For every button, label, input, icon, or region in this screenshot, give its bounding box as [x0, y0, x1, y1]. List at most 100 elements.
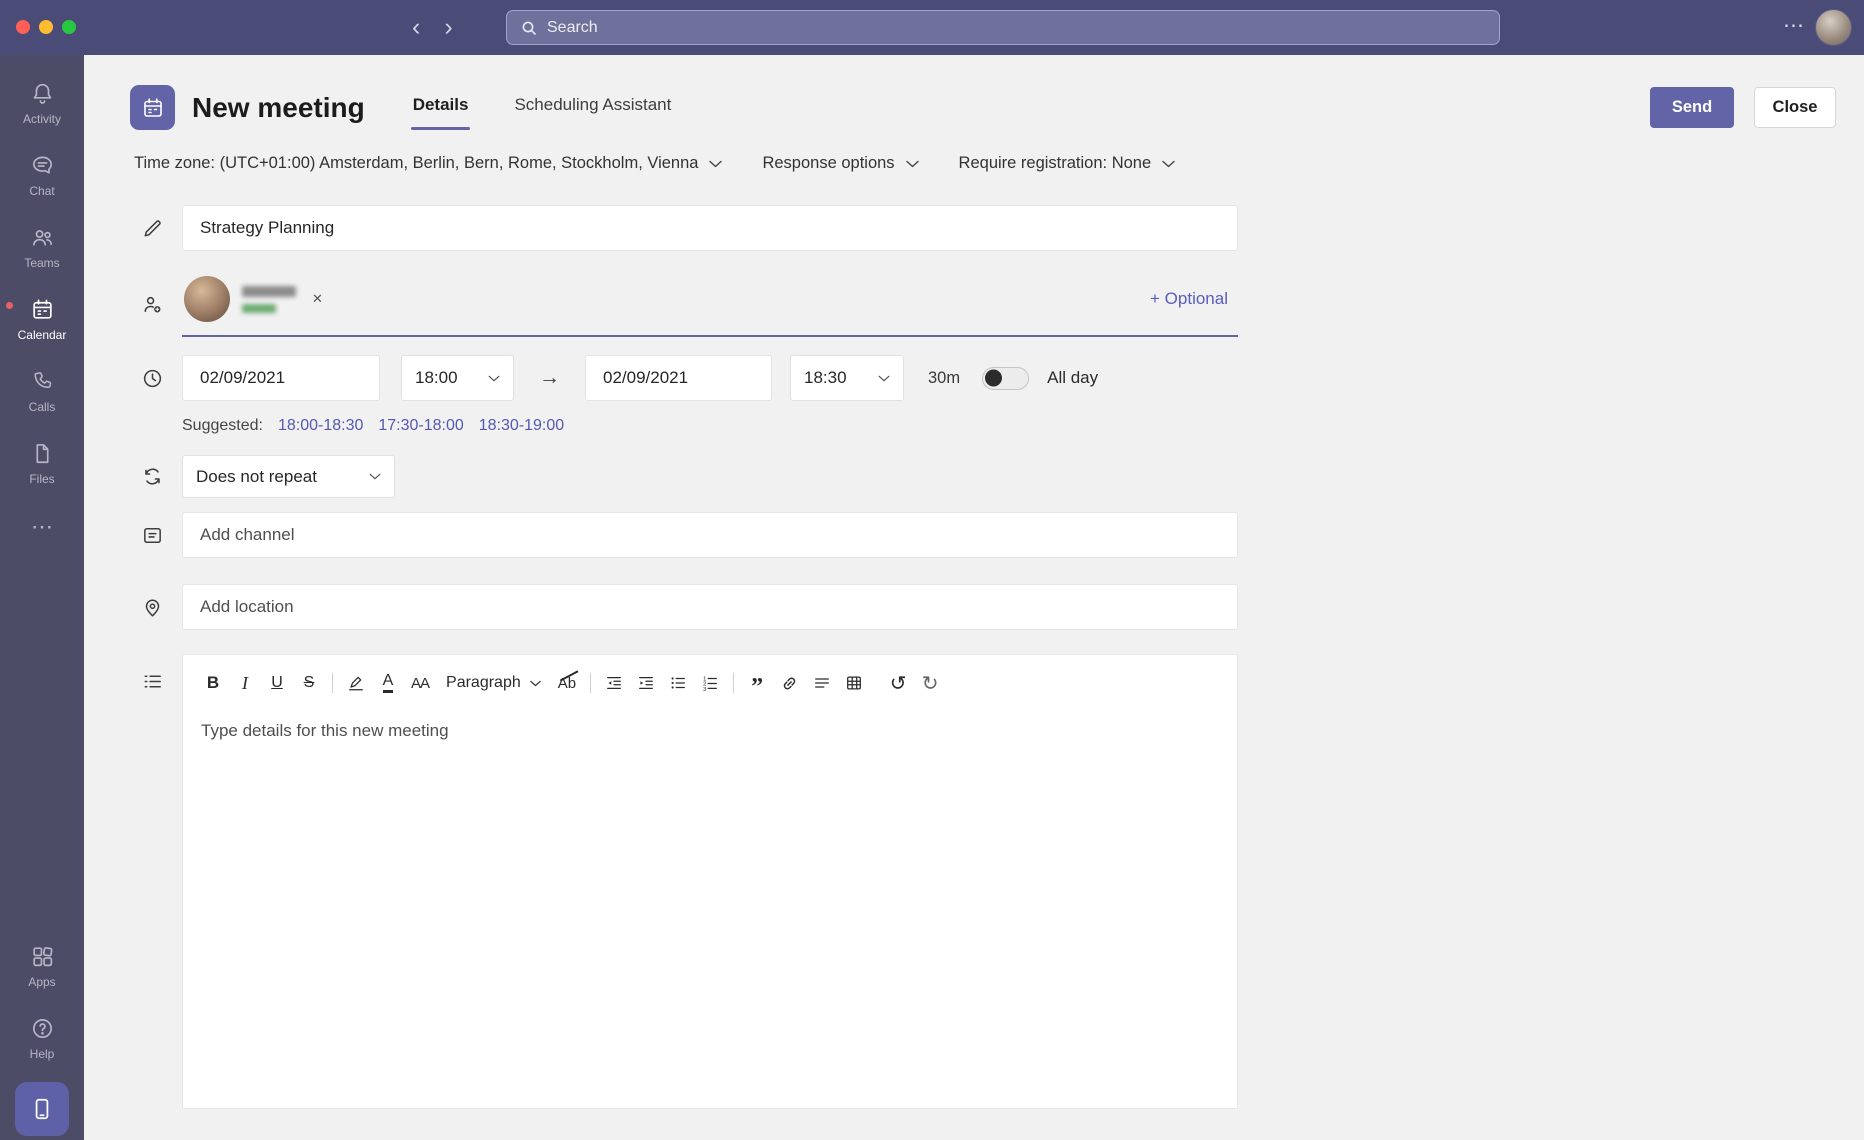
insert-link-button[interactable] — [773, 667, 806, 699]
duration-label: 30m — [928, 368, 961, 387]
required-attendees-input[interactable]: ✕ + Optional — [182, 271, 1238, 337]
phone-icon — [33, 371, 51, 388]
end-date-value: 02/09/2021 — [603, 368, 689, 387]
insert-table-button[interactable] — [838, 667, 870, 699]
bulleted-list-button[interactable] — [662, 667, 694, 699]
sidebar-item-more[interactable]: ⋯ — [0, 499, 84, 555]
more-options-icon[interactable]: ⋯ — [1783, 13, 1806, 38]
sidebar-label: Calls — [28, 399, 56, 414]
font-color-icon: A — [382, 673, 394, 693]
sidebar-item-teams[interactable]: Teams — [0, 211, 84, 283]
response-options-selector[interactable]: Response options — [762, 154, 919, 173]
redo-button[interactable]: ↻ — [914, 667, 946, 699]
add-location-input[interactable]: Add location — [182, 584, 1238, 630]
add-channel-input[interactable]: Add channel — [182, 512, 1238, 558]
end-date-input[interactable]: 02/09/2021 — [585, 355, 772, 401]
notification-dot — [6, 302, 13, 309]
sidebar-item-chat[interactable]: Chat — [0, 139, 84, 211]
paragraph-style-dropdown[interactable]: Paragraph — [436, 667, 551, 699]
start-time-dropdown[interactable]: 18:00 — [401, 355, 514, 401]
sidebar-item-help[interactable]: Help — [0, 1002, 84, 1074]
tab-details[interactable]: Details — [410, 85, 471, 130]
toolbar-divider — [733, 673, 735, 693]
italic-button[interactable]: I — [229, 667, 261, 699]
location-row: Add location — [130, 584, 1864, 630]
font-color-button[interactable]: A — [372, 667, 404, 699]
app-sidebar: Activity Chat Teams Calendar Calls Files… — [0, 55, 84, 1140]
close-window-button[interactable] — [16, 20, 30, 34]
sidebar-item-calendar[interactable]: Calendar — [0, 283, 84, 355]
toolbar-divider — [332, 673, 333, 693]
horizontal-rule-button[interactable] — [806, 667, 838, 699]
blockquote-button[interactable]: ” — [741, 667, 773, 700]
back-button[interactable]: ‹ — [412, 15, 420, 40]
repeat-dropdown[interactable]: Does not repeat — [182, 455, 395, 498]
meeting-details-editor: B I U S A AA Paragraph Ab 1 2 3 ” ↺ ↻ Ty… — [182, 654, 1238, 1109]
font-size-button[interactable]: AA — [404, 667, 436, 699]
all-day-label: All day — [1047, 368, 1099, 387]
suggested-times-row: Suggested: 18:00-18:30 17:30-18:00 18:30… — [182, 417, 1864, 435]
remove-attendee-icon[interactable]: ✕ — [312, 291, 323, 307]
underline-button[interactable]: U — [261, 667, 293, 699]
strikethrough-button[interactable]: S — [293, 667, 325, 699]
more-apps-icon: ⋯ — [31, 514, 53, 539]
suggested-time-link[interactable]: 18:30-19:00 — [479, 417, 564, 435]
tab-scheduling-assistant[interactable]: Scheduling Assistant — [512, 85, 673, 130]
sidebar-item-activity[interactable]: Activity — [0, 67, 84, 139]
timezone-selector[interactable]: Time zone: (UTC+01:00) Amsterdam, Berlin… — [134, 154, 723, 173]
forward-button[interactable]: › — [444, 15, 452, 40]
highlighter-icon — [349, 676, 363, 691]
sidebar-item-calls[interactable]: Calls — [0, 355, 84, 427]
mobile-device-button[interactable] — [15, 1082, 69, 1136]
sidebar-label: Chat — [29, 183, 55, 198]
attendee-chip[interactable]: ✕ — [184, 276, 323, 322]
close-button[interactable]: Close — [1754, 87, 1836, 128]
chevron-down-icon — [529, 680, 541, 686]
apps-grid-icon — [32, 946, 52, 966]
undo-button[interactable]: ↺ — [882, 667, 914, 699]
sidebar-item-files[interactable]: Files — [0, 427, 84, 499]
suggested-time-link[interactable]: 18:00-18:30 — [278, 417, 363, 435]
send-button[interactable]: Send — [1650, 87, 1734, 128]
numbered-list-button[interactable]: 1 2 3 — [694, 667, 726, 699]
attendee-avatar — [184, 276, 230, 322]
repeat-row: Does not repeat — [130, 455, 1864, 498]
end-time-dropdown[interactable]: 18:30 — [790, 355, 904, 401]
add-optional-attendees-link[interactable]: + Optional — [1150, 289, 1234, 309]
profile-avatar[interactable] — [1815, 9, 1852, 46]
outdent-icon — [607, 676, 622, 690]
files-icon — [35, 443, 49, 463]
minimize-window-button[interactable] — [39, 20, 53, 34]
sidebar-label: Help — [29, 1046, 55, 1061]
chat-icon — [32, 156, 52, 174]
page-header: New meeting Details Scheduling Assistant… — [84, 55, 1864, 130]
all-day-toggle[interactable] — [982, 366, 1030, 390]
link-icon — [783, 677, 796, 689]
repeat-icon — [130, 465, 174, 488]
meeting-details-placeholder: Type details for this new meeting — [201, 721, 449, 740]
teams-people-icon — [32, 229, 52, 246]
bold-button[interactable]: B — [197, 667, 229, 699]
editor-toolbar: B I U S A AA Paragraph Ab 1 2 3 ” ↺ ↻ — [183, 655, 1237, 700]
clear-formatting-button[interactable]: Ab — [551, 667, 583, 699]
meeting-title-input[interactable]: Strategy Planning — [182, 205, 1238, 251]
meeting-options-row: Time zone: (UTC+01:00) Amsterdam, Berlin… — [134, 154, 1864, 173]
pencil-icon — [130, 217, 174, 240]
require-registration-selector[interactable]: Require registration: None — [959, 154, 1176, 173]
start-date-input[interactable]: 02/09/2021 — [182, 355, 380, 401]
search-input[interactable]: Search — [506, 10, 1500, 45]
indent-button[interactable] — [630, 667, 662, 699]
toggle-knob — [985, 369, 1003, 387]
mobile-device-icon — [35, 1098, 49, 1120]
meeting-details-input[interactable]: Type details for this new meeting — [183, 699, 1237, 1108]
new-meeting-calendar-icon — [130, 85, 175, 130]
bulleted-list-icon — [671, 677, 686, 689]
suggested-time-link[interactable]: 17:30-18:00 — [378, 417, 463, 435]
highlight-button[interactable] — [340, 667, 372, 699]
horizontal-rule-icon — [815, 678, 830, 688]
require-registration-label: Require registration: None — [958, 154, 1152, 172]
outdent-button[interactable] — [598, 667, 630, 699]
sidebar-item-apps[interactable]: Apps — [0, 930, 84, 1002]
zoom-window-button[interactable] — [62, 20, 76, 34]
response-options-label: Response options — [762, 154, 895, 172]
